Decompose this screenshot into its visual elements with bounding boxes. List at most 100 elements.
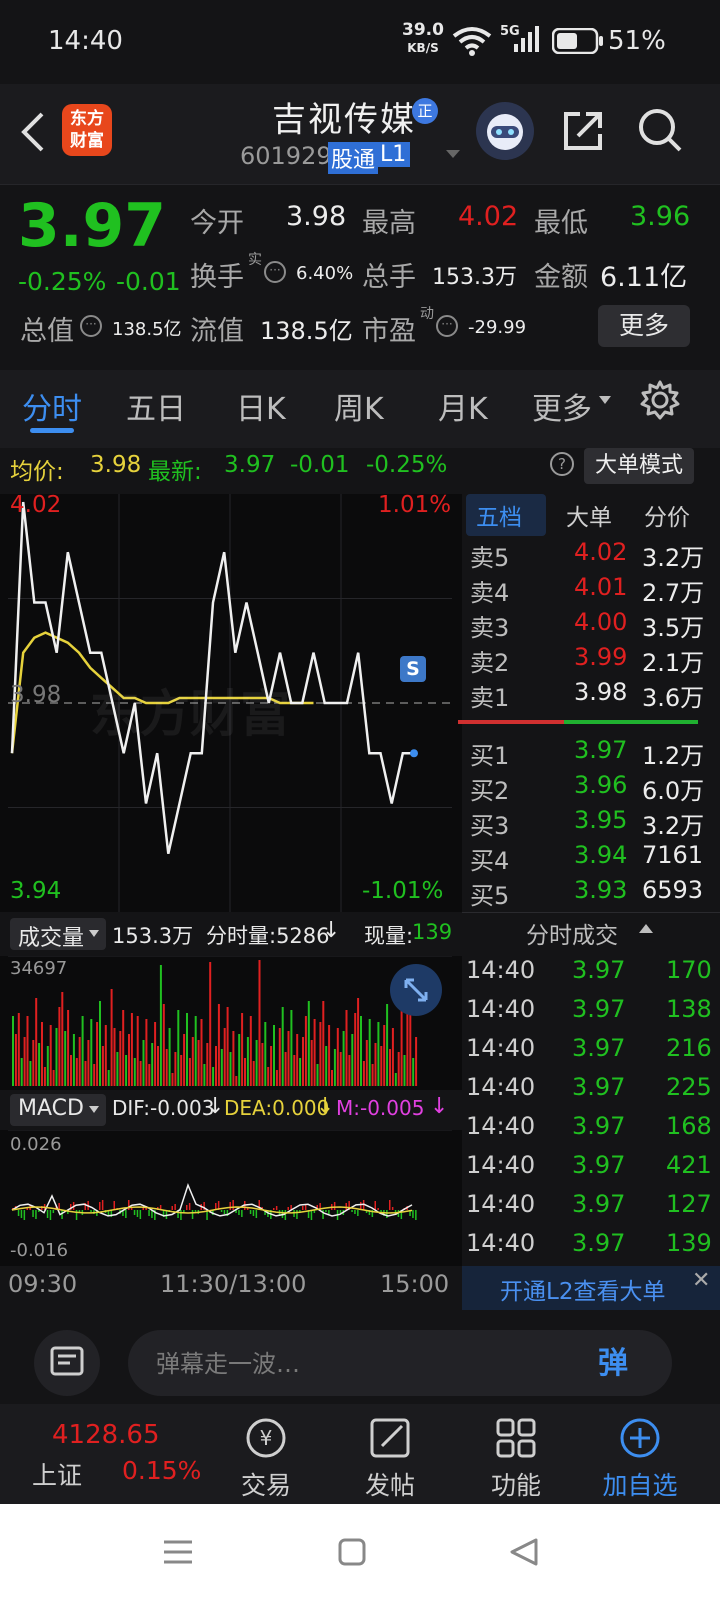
macd-bar [52, 1210, 55, 1213]
volume-bar [35, 998, 38, 1086]
index-ticker[interactable]: 4128.65 上证 0.15% [0, 1404, 220, 1504]
macd-bar [310, 1210, 313, 1220]
status-time: 14:40 [48, 26, 123, 56]
send-danmu-button[interactable]: 弹 [598, 1338, 628, 1382]
volume-bar [90, 1019, 93, 1086]
more-button[interactable]: 更多 [598, 305, 690, 347]
volume-bar [20, 1058, 23, 1086]
volume-selector[interactable]: 成交量 [10, 918, 106, 951]
home-icon[interactable] [334, 1534, 370, 1570]
macd-bar [354, 1210, 356, 1214]
last-price-inline: 3.97 [224, 452, 276, 478]
tab-weekly-k[interactable]: 周K [334, 384, 384, 428]
sell-marker[interactable]: S [400, 656, 426, 682]
macd-header: MACD DIF:-0.003 ↓ DEA:0.000 ↓ M:-0.005 ↓ [0, 1090, 462, 1130]
macd-bar [287, 1207, 289, 1210]
volume-bar [107, 1070, 110, 1086]
volume-bar [177, 1010, 180, 1086]
volume-bar [203, 1064, 206, 1086]
help-icon[interactable]: ? [550, 452, 574, 476]
book-tab-five-level[interactable]: 五档 [476, 498, 522, 532]
caret-down-icon [599, 396, 611, 404]
danmu-input[interactable]: 弹幕走一波… 弹 [128, 1330, 672, 1396]
book-tab-price-dist[interactable]: 分价 [644, 498, 690, 532]
nav-post[interactable]: 发帖 [330, 1414, 450, 1500]
info-icon[interactable]: ··· [436, 315, 458, 337]
macd-bar [139, 1210, 142, 1219]
macd-bar [333, 1202, 336, 1210]
macd-bar [415, 1210, 417, 1220]
macd-m: M:-0.005 [336, 1096, 425, 1120]
volume-bar [287, 1031, 290, 1086]
volume-bar [41, 1022, 43, 1086]
nav-add-watchlist[interactable]: 加自选 [580, 1414, 700, 1500]
macd-bar [75, 1210, 78, 1220]
time-mid: 11:30/13:00 [160, 1270, 307, 1298]
big-order-mode-button[interactable]: 大单模式 [584, 448, 694, 484]
tick-row: 14:40 3.97 168 [466, 1112, 712, 1140]
settings-gear-icon[interactable] [640, 380, 680, 420]
nav-functions[interactable]: 功能 [456, 1414, 576, 1500]
menu-icon[interactable] [160, 1534, 196, 1570]
active-tab-indicator [30, 428, 74, 433]
info-icon[interactable]: ··· [264, 261, 286, 283]
macd-bar [133, 1210, 136, 1215]
tab-daily-k[interactable]: 日K [236, 384, 286, 428]
volume-bar [328, 1025, 331, 1086]
robot-assistant-icon[interactable] [476, 102, 534, 160]
volume-bar [200, 1019, 203, 1086]
turnover-label: 换手 [190, 262, 244, 293]
tab-monthly-k[interactable]: 月K [438, 384, 488, 428]
turnover-value: 6.40% [296, 263, 354, 284]
grid-icon [496, 1418, 536, 1458]
search-icon[interactable] [636, 106, 684, 154]
chart-bottom-price: 3.94 [10, 878, 62, 904]
macd-bar [232, 1200, 234, 1210]
tab-more[interactable]: 更多 [532, 384, 592, 428]
volume-bar [284, 1052, 287, 1086]
nav-trade[interactable]: ¥ 交易 [206, 1414, 326, 1500]
volume-total: 153.3万 [112, 924, 194, 948]
price-summary-bar: 均价: 3.98 最新: 3.97 -0.01 -0.25% ? 大单模式 [0, 448, 720, 494]
share-icon[interactable] [560, 108, 606, 154]
pct-inline: -0.25% [366, 452, 448, 478]
macd-bar [252, 1210, 255, 1216]
comment-list-icon[interactable] [34, 1330, 100, 1396]
volume-bar [223, 1028, 226, 1086]
volume-bar [394, 1073, 397, 1086]
volume-bar [61, 992, 64, 1086]
volume-bar [365, 1040, 368, 1086]
back-icon[interactable] [18, 110, 48, 154]
intraday-chart[interactable]: 东方财富 4.02 1.01% 3.98 3.94 -1.01% S 成交量 1… [0, 492, 462, 1336]
volume-bar [174, 1052, 177, 1086]
macd-bar [284, 1210, 287, 1220]
macd-selector[interactable]: MACD [10, 1094, 106, 1126]
net-speed: 39.0 KB/S [402, 20, 444, 56]
volume-bar [302, 1037, 304, 1086]
volume-bar [261, 1043, 264, 1086]
volume-bar [67, 1010, 70, 1086]
danmu-bar: 弹幕走一波… 弹 [0, 1330, 720, 1404]
volume-bar [241, 1013, 244, 1086]
close-icon[interactable]: ✕ [692, 1268, 710, 1293]
time-start: 09:30 [8, 1270, 78, 1298]
book-tab-big-order[interactable]: 大单 [566, 498, 612, 532]
volume-bar [70, 1055, 72, 1086]
l2-banner[interactable]: 开通L2查看大单 ✕ [462, 1266, 720, 1310]
volume-bar [78, 1037, 81, 1086]
info-icon[interactable]: ··· [80, 315, 102, 337]
expand-icon[interactable] [390, 964, 442, 1016]
volume-bar [43, 1067, 46, 1086]
macd-bar [136, 1210, 139, 1217]
float-label: 流值 [190, 316, 244, 347]
caret-down-icon [89, 930, 99, 937]
macd-bar [180, 1210, 182, 1220]
back-nav-icon[interactable] [506, 1534, 542, 1570]
ticks-title[interactable]: 分时成交 [526, 916, 618, 950]
chevron-down-icon[interactable] [444, 148, 462, 160]
tab-five-day[interactable]: 五日 [126, 384, 186, 428]
volume-bar [354, 1013, 357, 1086]
volume-bar [319, 1022, 322, 1086]
tab-intraday[interactable]: 分时 [22, 384, 82, 428]
current-volume-label: 现量: [364, 924, 414, 948]
